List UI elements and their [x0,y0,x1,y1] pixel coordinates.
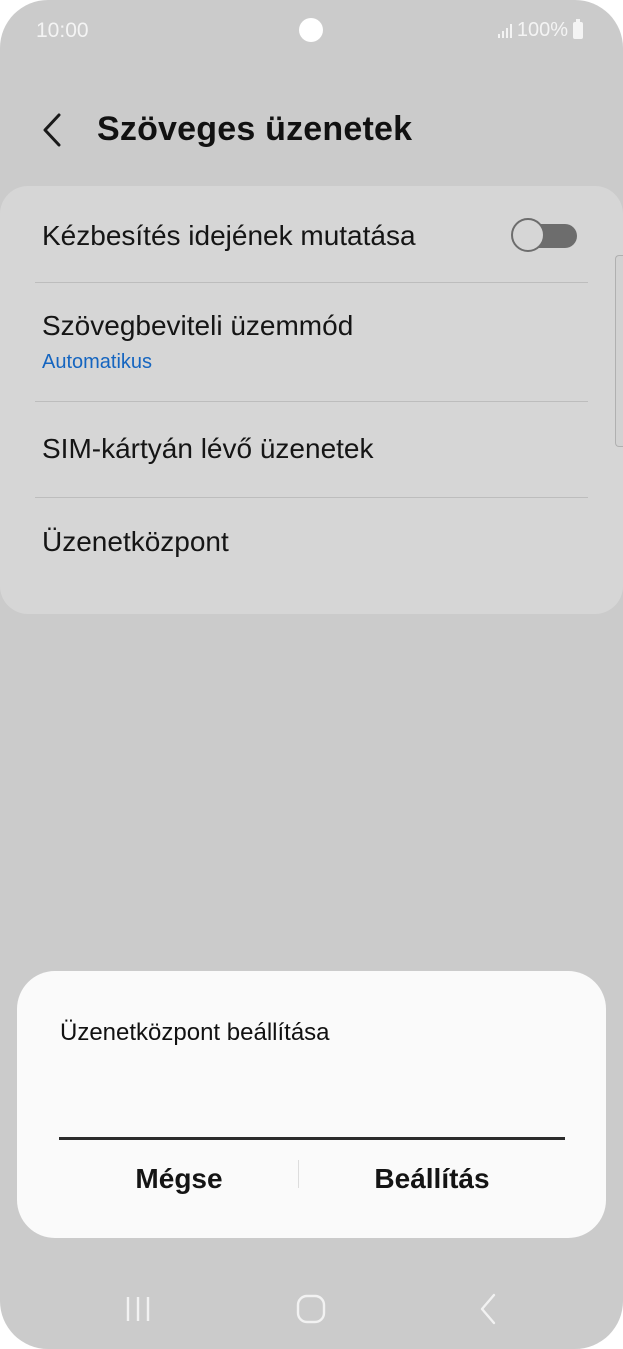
page-title: Szöveges üzenetek [97,110,413,148]
toggle-knob [511,218,545,252]
setting-label: Szövegbeviteli üzemmód [42,310,354,341]
camera-cutout [299,18,323,42]
phone-screen: 10:00 100% Szöveges üzenetek Kézbesítés … [0,0,623,1349]
cancel-button[interactable]: Mégse [59,1149,299,1209]
recents-icon [126,1297,150,1321]
button-separator [298,1160,299,1188]
nav-back-button[interactable] [460,1284,516,1334]
back-icon [480,1293,496,1325]
setting-sim-messages[interactable]: SIM-kártyán lévő üzenetek [0,402,623,497]
home-icon [296,1294,326,1324]
setting-value: Automatikus [42,351,153,373]
setting-label: Kézbesítés idejének mutatása [42,220,416,251]
status-time: 10:00 [36,19,89,42]
set-button[interactable]: Beállítás [307,1149,557,1209]
delivery-time-toggle[interactable] [511,218,577,252]
home-button[interactable] [283,1284,339,1334]
battery-percent: 100% [516,19,568,41]
status-icons: 100% [497,19,583,42]
setting-message-center[interactable]: Üzenetközpont [0,498,623,593]
signal-icon [497,23,512,38]
recents-button[interactable] [110,1284,166,1334]
scrollbar[interactable] [615,255,623,447]
chevron-left-icon [43,113,61,147]
battery-icon [573,19,583,39]
divider [35,282,588,283]
setting-label: SIM-kártyán lévő üzenetek [42,433,374,464]
back-button[interactable] [30,108,74,152]
message-center-input[interactable] [42,1100,548,1138]
setting-label: Üzenetközpont [42,526,229,557]
dialog-title: Üzenetközpont beállítása [60,1019,330,1046]
setting-input-mode[interactable]: Szövegbeviteli üzemmód Automatikus [0,284,623,400]
